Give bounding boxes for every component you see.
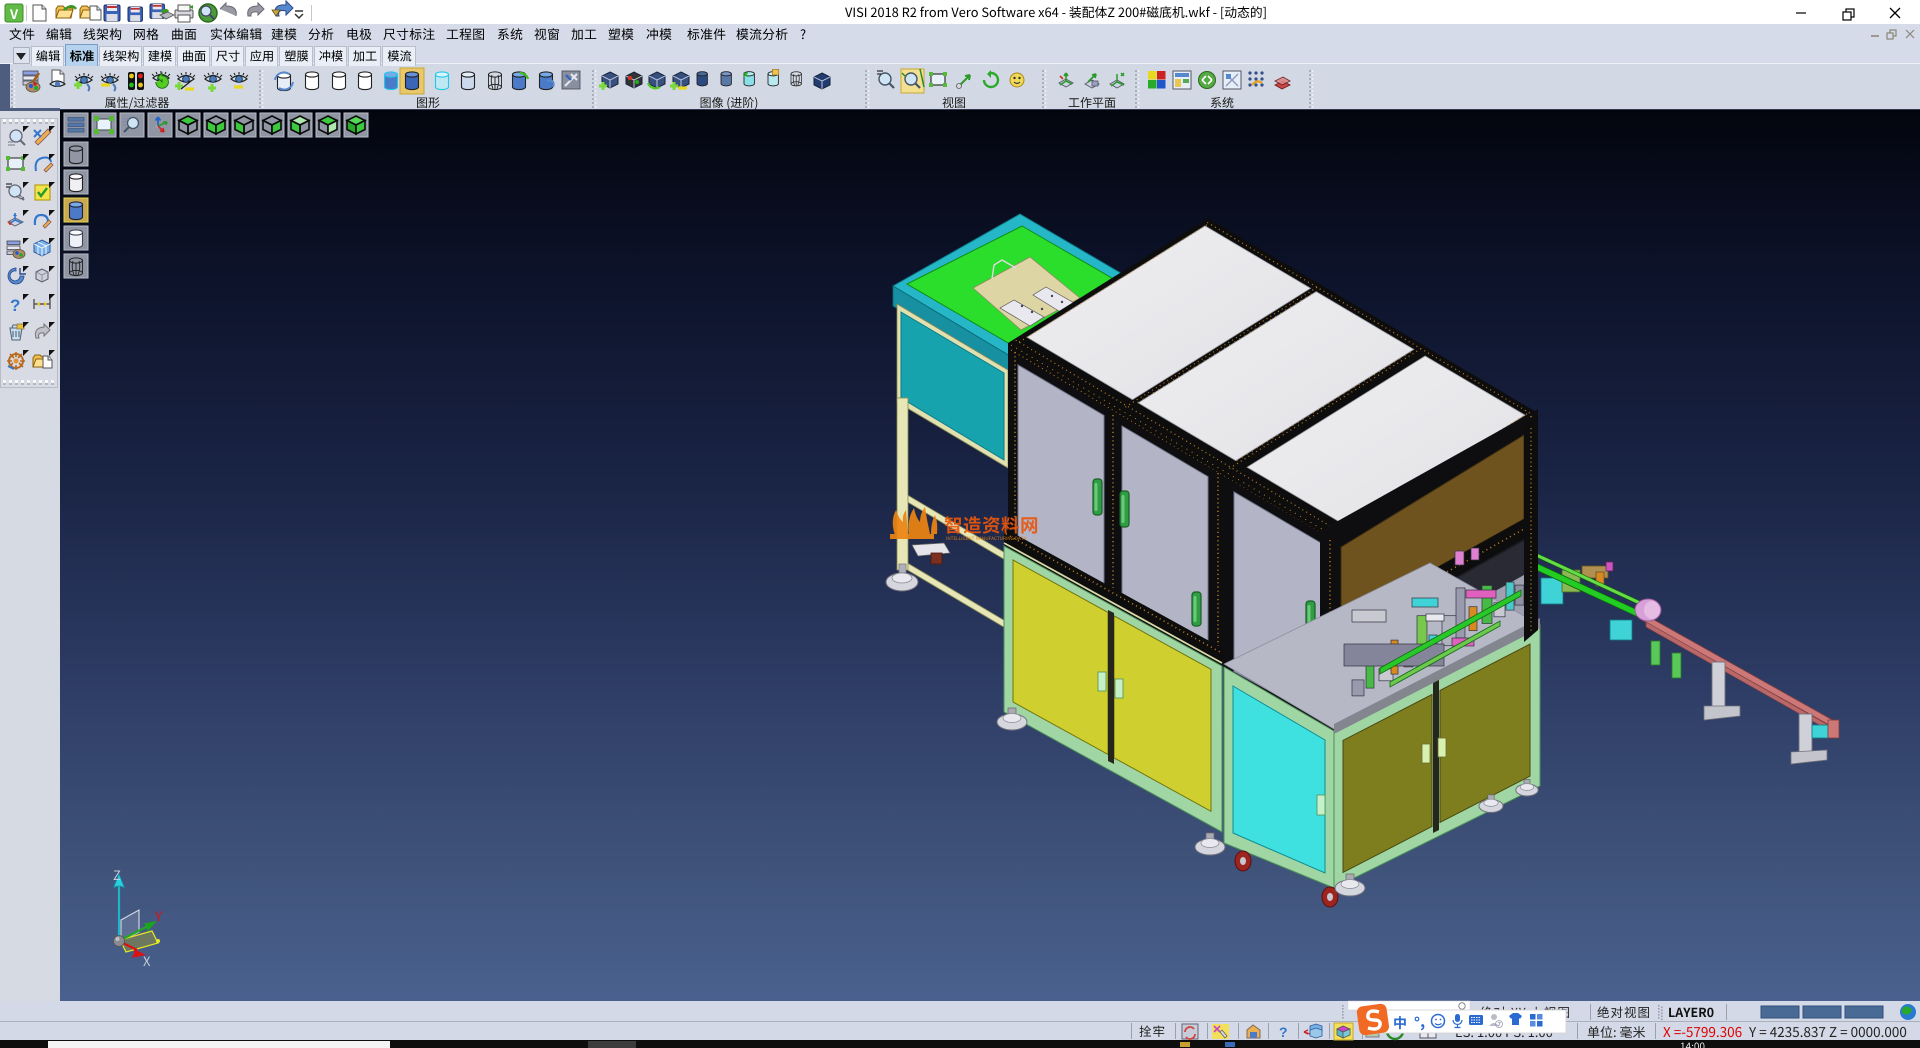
svg-text:?: ?	[1279, 1024, 1288, 1040]
svg-text:?: ?	[10, 296, 20, 315]
